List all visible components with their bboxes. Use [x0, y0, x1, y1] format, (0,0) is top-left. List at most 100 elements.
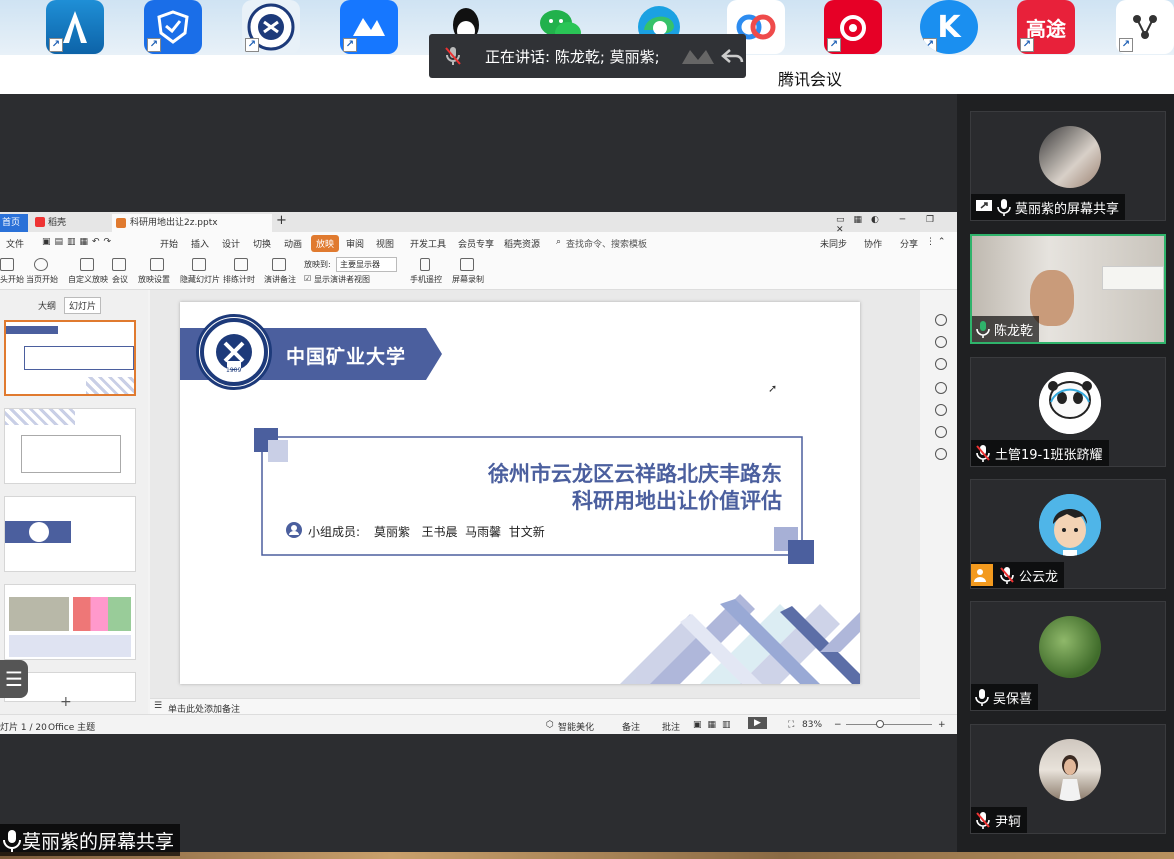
btn-custom-show[interactable]: 自定义放映	[68, 274, 108, 285]
menu-animation[interactable]: 动画	[284, 237, 302, 250]
slide-university-name: 中国矿业大学	[286, 346, 407, 368]
menu-developer[interactable]: 开发工具	[410, 237, 446, 250]
zoom-level[interactable]: 83%	[802, 720, 822, 730]
tab-docer[interactable]: 稻壳	[30, 214, 110, 232]
add-slide-icon[interactable]: +	[60, 694, 72, 710]
participant-tile-2[interactable]: 陈龙乾	[970, 234, 1166, 344]
thumb-map-photo	[9, 597, 69, 631]
slideshow-toolbar: 头开始 当页开始 自定义放映 会议 放映设置 隐藏幻灯片 排练计时 演讲备注 放…	[0, 254, 957, 290]
tencent-meeting-icon[interactable]: ↗	[340, 0, 398, 54]
sidebar-tool-7-icon[interactable]	[935, 448, 947, 460]
muted-mic-icon	[445, 47, 461, 65]
btn-rehearse[interactable]: 排练计时	[223, 274, 255, 285]
participant-tile-5[interactable]: 吴保喜	[970, 601, 1166, 711]
play-current-icon	[34, 258, 48, 271]
zoom-in-button[interactable]: +	[938, 720, 946, 730]
beautify-icon: ⬡	[546, 720, 554, 730]
tab-document[interactable]: 科研用地出让2z.pptx	[112, 214, 272, 232]
zoom-slider[interactable]	[846, 724, 932, 725]
btn-hide-slide[interactable]: 隐藏幻灯片	[180, 274, 220, 285]
participant-nameplate: 公云龙	[971, 562, 1065, 588]
tab-document-label: 科研用地出让2z.pptx	[130, 218, 218, 228]
sync-status[interactable]: 未同步	[820, 237, 847, 250]
menu-file[interactable]: 文件	[6, 237, 24, 250]
futu-icon[interactable]: 高途 ↗	[1017, 0, 1075, 54]
thumb-text-block	[9, 635, 131, 657]
monitor-select[interactable]: 主要显示器	[336, 257, 397, 272]
more-icon[interactable]: ⋮ ⌃	[926, 237, 945, 247]
comments-button[interactable]: 批注	[662, 720, 680, 733]
new-tab-icon[interactable]: +	[276, 213, 287, 228]
participant-tile-4[interactable]: 公云龙	[970, 479, 1166, 589]
qq-pc-manager-icon[interactable]: ↗	[144, 0, 202, 54]
sidebar-tool-1-icon[interactable]	[935, 314, 947, 326]
phone-remote-icon	[420, 258, 430, 271]
university-emblem: 1909	[196, 314, 272, 390]
zoom-out-button[interactable]: −	[834, 720, 842, 730]
collab-button[interactable]: 协作	[864, 237, 882, 250]
sidebar-tool-4-icon[interactable]	[935, 382, 947, 394]
menu-home[interactable]: 开始	[160, 237, 178, 250]
theme-name: Office 主题	[48, 723, 96, 733]
menu-insert[interactable]: 插入	[191, 237, 209, 250]
undo-arrow-icon[interactable]	[720, 44, 746, 68]
presenter-view-checkbox[interactable]: ☑	[304, 274, 311, 283]
current-slide[interactable]: 1909 中国矿业大学 徐州市云龙区云祥路北庆丰路东 科研用地出让价值评估 小组…	[180, 302, 860, 684]
cumt-emblem-icon[interactable]: ↗	[242, 0, 300, 54]
tab-slides[interactable]: 幻灯片	[64, 297, 102, 314]
btn-show-settings[interactable]: 放映设置	[138, 274, 170, 285]
participant-tile-6[interactable]: 尹轲	[970, 724, 1166, 834]
slide-thumbnail-3[interactable]	[4, 496, 136, 572]
kugou-icon[interactable]: K ↗	[920, 0, 978, 54]
menu-transition[interactable]: 切换	[253, 237, 271, 250]
host-badge-icon	[971, 564, 993, 586]
speaking-text: 正在讲话: 陈龙乾; 莫丽紫;	[485, 47, 660, 66]
command-search[interactable]: 查找命令、搜索模板	[566, 237, 647, 250]
smart-beautify-button[interactable]: 智能美化	[558, 720, 594, 733]
tab-home[interactable]: 首页	[0, 214, 28, 232]
btn-play-from-start[interactable]: 头开始	[0, 274, 24, 285]
meeting-app-title: 腾讯会议	[778, 70, 843, 89]
sidebar-help-icon[interactable]	[935, 404, 947, 416]
btn-play-current[interactable]: 当页开始	[26, 274, 58, 285]
view-mode-icons[interactable]: ▣▦▥	[693, 720, 737, 730]
tab-outline[interactable]: 大纲	[38, 299, 56, 312]
menu-review[interactable]: 审阅	[346, 237, 364, 250]
btn-meeting[interactable]: 会议	[112, 274, 128, 285]
participant-nameplate: 土管19-1班张跻耀	[971, 440, 1109, 466]
notes-pane[interactable]: ☰ 单击此处添加备注	[150, 698, 920, 715]
netease-music-icon[interactable]: ↗	[824, 0, 882, 54]
zoom-slider-thumb[interactable]	[876, 720, 884, 728]
sidebar-tool-2-icon[interactable]	[935, 336, 947, 348]
btn-screen-record[interactable]: 屏幕录制	[452, 274, 484, 285]
notes-toggle-button[interactable]: 备注	[622, 720, 640, 733]
menu-view[interactable]: 视图	[376, 237, 394, 250]
monitor-label: 放映到:	[304, 260, 331, 269]
menu-member[interactable]: 会员专享	[458, 237, 494, 250]
participant-tile-3[interactable]: 土管19-1班张跻耀	[970, 357, 1166, 467]
sidebar-tool-3-icon[interactable]	[935, 358, 947, 370]
participant-tile-1[interactable]: 莫丽紫的屏幕共享	[970, 111, 1166, 221]
slide-thumbnail-2[interactable]	[4, 408, 136, 484]
network-app-icon[interactable]: ↗	[1116, 0, 1174, 54]
share-button[interactable]: 分享	[900, 237, 918, 250]
btn-speaker-notes[interactable]: 演讲备注	[264, 274, 296, 285]
floating-menu-button[interactable]: ☰	[0, 660, 28, 698]
person-photo-icon	[1059, 755, 1081, 801]
play-slideshow-button[interactable]: ▶	[748, 717, 767, 729]
menu-slideshow[interactable]: 放映	[311, 235, 340, 252]
members-label: 小组成员:	[308, 525, 361, 539]
wps-tabbar: 首页 稻壳 科研用地出让2z.pptx + ▭▦◐ ─ ❐ ✕	[0, 212, 957, 235]
menu-design[interactable]: 设计	[222, 237, 240, 250]
quick-access-icons[interactable]: ▣▤▥▦↶↷	[42, 237, 115, 247]
rehearse-icon	[234, 258, 248, 271]
slide-thumbnail-4[interactable]	[4, 584, 136, 660]
sidebar-tool-6-icon[interactable]	[935, 426, 947, 438]
slide-thumbnail-1[interactable]	[4, 320, 136, 396]
btn-phone-remote[interactable]: 手机遥控	[410, 274, 442, 285]
menu-docer-resources[interactable]: 稻壳资源	[504, 237, 540, 250]
autodesk-icon[interactable]: ↗	[46, 0, 104, 54]
fit-window-icon[interactable]: ⛶	[788, 720, 794, 730]
mic-active-icon	[976, 321, 990, 338]
thumb-header-band	[6, 326, 58, 334]
